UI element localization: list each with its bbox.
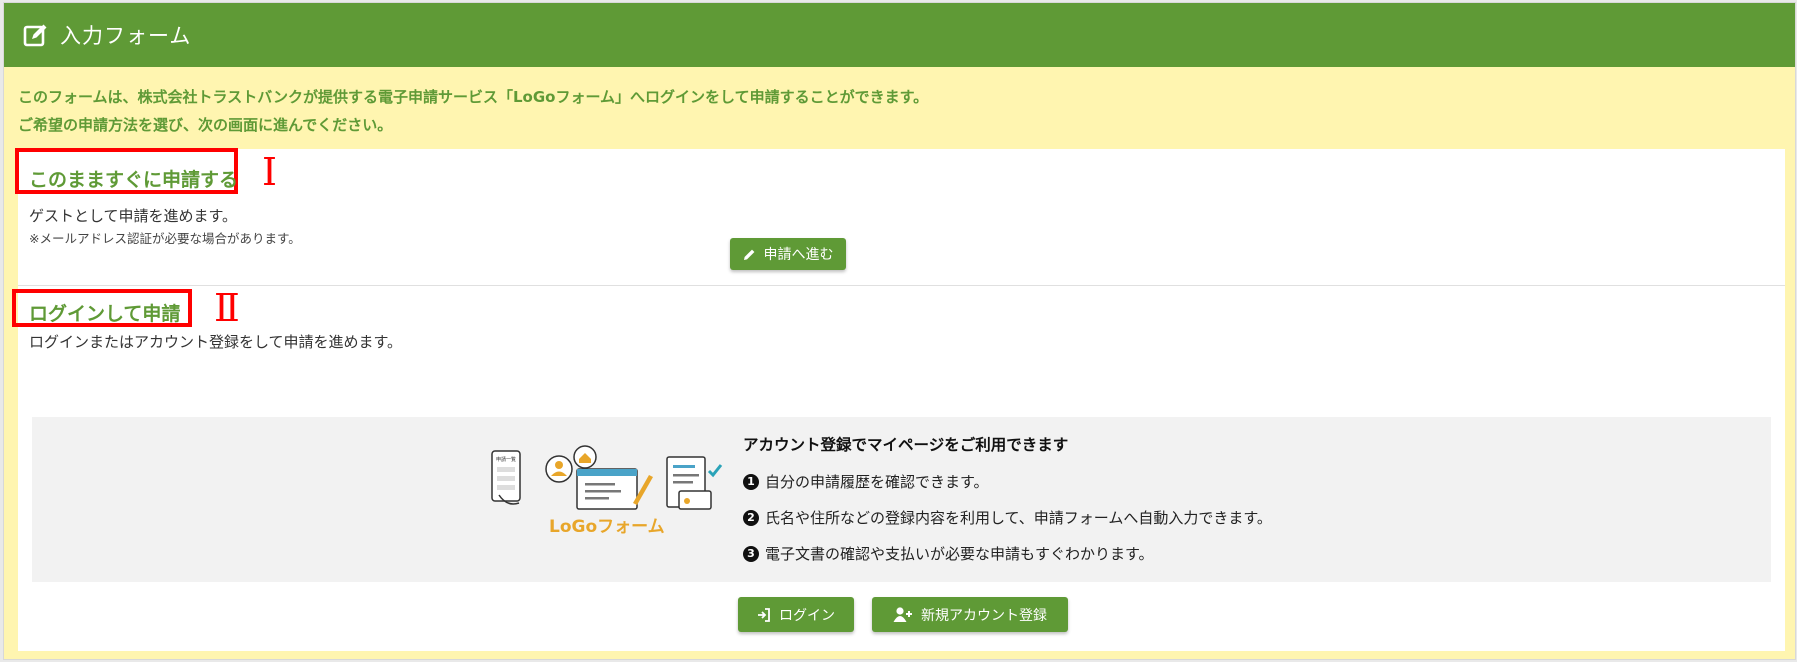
guest-section-title: このまますぐに申請する: [29, 169, 239, 191]
illus-label: 申請一覧: [496, 456, 516, 463]
form-panel: 入力フォーム このフォームは、株式会社トラストバンクが提供する電子申請サービス「…: [3, 2, 1796, 660]
promo-item: 1 自分の申請履歴を確認できます。: [743, 471, 989, 492]
marker-two: Ⅱ: [214, 286, 240, 330]
section-divider: [18, 285, 1785, 286]
apply-proceed-label: 申請へ進む: [763, 247, 834, 263]
user-plus-icon: [893, 607, 913, 622]
marker-one: Ⅰ: [262, 150, 278, 194]
login-button[interactable]: ログイン: [738, 597, 854, 632]
number-badge-icon: 3: [743, 545, 759, 562]
pencil-icon: [743, 248, 756, 261]
sign-in-icon: [757, 607, 771, 622]
logo-form-illustration: 申請一覧 LoGoフォーム: [491, 445, 723, 537]
number-badge-icon: 1: [743, 473, 759, 490]
promo-item-text: 氏名や住所などの登録内容を利用して、申請フォームへ自動入力できます。: [765, 509, 1272, 527]
login-section-title: ログインして申請: [29, 303, 181, 325]
mypage-promo: 申請一覧 LoGoフォーム アカウント登録でマイページをご利用できます 1 自分…: [32, 417, 1771, 582]
page-title: 入力フォーム: [60, 24, 192, 48]
promo-item-text: 自分の申請履歴を確認できます。: [765, 473, 989, 491]
login-description: ログインまたはアカウント登録をして申請を進めます。: [29, 333, 403, 351]
register-account-button[interactable]: 新規アカウント登録: [872, 597, 1068, 632]
notice-line-1: このフォームは、株式会社トラストバンクが提供する電子申請サービス「LoGoフォー…: [18, 88, 929, 106]
notice-line-2: ご希望の申請方法を選び、次の画面に進んでください。: [18, 116, 393, 134]
edit-icon: [22, 21, 50, 49]
promo-title: アカウント登録でマイページをご利用できます: [743, 436, 1069, 454]
form-header: 入力フォーム: [4, 3, 1795, 67]
promo-item-text: 電子文書の確認や支払いが必要な申請もすぐわかります。: [765, 545, 1154, 563]
promo-item: 2 氏名や住所などの登録内容を利用して、申請フォームへ自動入力できます。: [743, 507, 1272, 528]
intro-notice: このフォームは、株式会社トラストバンクが提供する電子申請サービス「LoGoフォー…: [18, 83, 928, 139]
logo-form-text: LoGoフォーム: [549, 517, 665, 537]
apply-proceed-button[interactable]: 申請へ進む: [730, 238, 846, 270]
guest-note: ※メールアドレス認証が必要な場合があります。: [29, 231, 301, 246]
number-badge-icon: 2: [743, 509, 759, 526]
guest-description: ゲストとして申請を進めます。: [29, 207, 238, 225]
login-label: ログイン: [779, 607, 835, 624]
register-account-label: 新規アカウント登録: [921, 607, 1047, 624]
page-frame: 入力フォーム このフォームは、株式会社トラストバンクが提供する電子申請サービス「…: [0, 0, 1797, 662]
promo-item: 3 電子文書の確認や支払いが必要な申請もすぐわかります。: [743, 543, 1154, 564]
options-card: このまますぐに申請する Ⅰ ゲストとして申請を進めます。 ※メールアドレス認証が…: [12, 148, 1785, 651]
